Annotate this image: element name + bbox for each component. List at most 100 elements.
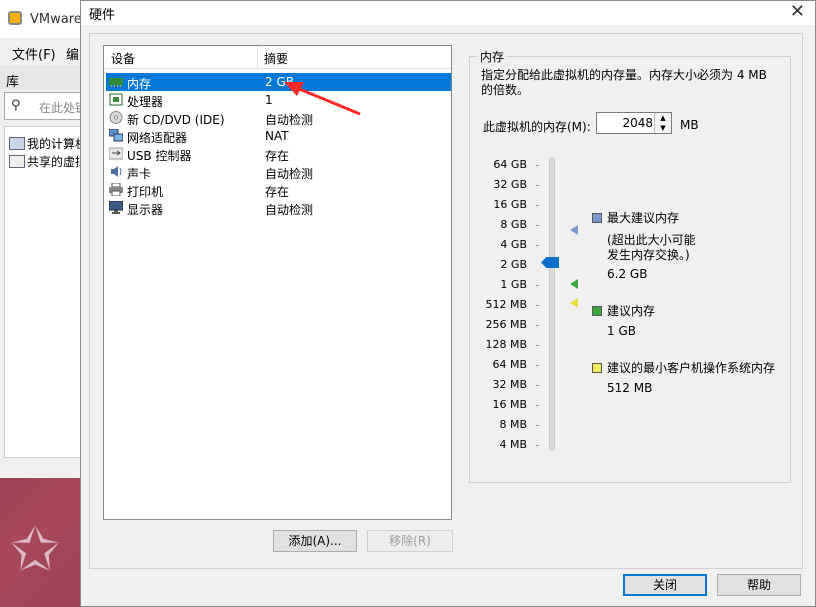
tree-item-my-computer[interactable]: 我的计算机 [27,135,87,152]
dialog-title-bar: 硬件 ✕ [81,1,815,25]
library-tree: 我的计算机 共享的虚拟机 [4,126,99,458]
printer-icon [109,183,123,196]
memory-value-input[interactable]: 2048 [601,116,653,130]
scale-label: 32 GB [493,178,527,191]
memory-unit: MB [680,118,699,132]
search-icon: ⚲ [11,98,21,113]
library-header: 库 [0,67,90,90]
spin-down-icon[interactable]: ▼ [654,123,671,133]
vmware-logo-icon [8,11,22,25]
device-row-network[interactable]: 网络适配器 NAT [106,127,451,145]
close-button[interactable]: 关闭 [623,574,707,596]
device-list: 设备 摘要 内存 2 GB 处理器 1 新 CD/DVD (IDE) 自动检测 [103,45,452,520]
scale-tick [536,405,539,406]
scale-label: 64 GB [493,158,527,171]
device-name: 网络适配器 [127,131,188,145]
legend-max-swatch [592,213,602,223]
close-icon[interactable]: ✕ [790,1,805,22]
device-summary: 自动检测 [265,167,314,181]
vmware-menubar: 文件(F) 编 [0,38,90,67]
scale-label: 4 GB [500,238,527,251]
shared-vm-icon [9,155,25,168]
scale-label: 16 GB [493,198,527,211]
legend-max-label: 最大建议内存 [607,211,680,225]
scale-tick [536,325,539,326]
scale-tick [536,285,539,286]
scale-label: 8 MB [499,418,527,431]
memory-description: 指定分配给此虚拟机的内存量。内存大小必须为 4 MB 的倍数。 [481,68,767,97]
scale-label: 128 MB [485,338,527,351]
remove-button[interactable]: 移除(R) [367,530,453,552]
scale-tick [536,245,539,246]
device-row-cd-dvd[interactable]: 新 CD/DVD (IDE) 自动检测 [106,109,451,127]
vmware-title-bar: VMware [0,0,90,38]
scale-label: 64 MB [492,358,527,371]
device-summary: NAT [265,129,289,143]
device-row-memory[interactable]: 内存 2 GB [106,73,451,91]
device-summary: 存在 [265,149,290,163]
legend-min-label: 建议的最小客户机操作系统内存 [607,361,776,375]
device-row-usb[interactable]: USB 控制器 存在 [106,145,451,163]
add-button[interactable]: 添加(A)... [273,530,357,552]
scale-label: 1 GB [500,278,527,291]
scale-label: 4 MB [499,438,527,451]
display-icon [109,201,123,214]
hardware-dialog: 硬件 ✕ 设备 摘要 内存 2 GB 处理器 1 新 CD/DVD (IDE) … [80,0,816,607]
legend-recommended-label: 建议内存 [607,304,656,318]
legend-max-note: 发生内存交换。) [607,248,690,262]
recommended-marker [570,279,578,289]
memory-icon [109,78,123,87]
scale-tick [536,425,539,426]
device-name: 内存 [127,77,152,91]
device-name: 处理器 [127,95,164,109]
device-name: 打印机 [127,185,164,199]
device-summary: 自动检测 [265,113,314,127]
computer-icon [9,137,25,150]
dialog-title: 硬件 [89,8,116,23]
help-button[interactable]: 帮助 [717,574,801,596]
scale-label: 16 MB [492,398,527,411]
scale-tick [536,445,539,446]
scale-label: 256 MB [485,318,527,331]
scale-tick [536,165,539,166]
star-decoration-icon: ✩ [10,515,61,585]
legend-max-value: 6.2 GB [607,267,648,281]
scale-label: 512 MB [485,298,527,311]
device-row-printer[interactable]: 打印机 存在 [106,181,451,199]
legend-min-value: 512 MB [607,381,653,395]
network-icon [109,129,123,142]
device-row-sound[interactable]: 声卡 自动检测 [106,163,451,181]
menu-file[interactable]: 文件(F) [12,44,56,63]
sound-icon [111,166,122,177]
memory-size-stepper[interactable]: 2048 ▲ ▼ [596,112,672,134]
min-guest-marker [570,298,578,308]
scale-tick [536,305,539,306]
memory-slider-track[interactable] [549,158,555,450]
device-name: 显示器 [127,203,164,217]
scale-label: 8 GB [500,218,527,231]
device-summary: 存在 [265,185,290,199]
device-summary: 2 GB [265,75,294,89]
max-recommended-marker [570,225,578,235]
column-header-summary[interactable]: 摘要 [264,50,288,67]
column-divider[interactable] [257,46,258,68]
library-search-input[interactable]: ⚲ 在此处键入 [4,92,99,120]
cd-icon [109,111,123,124]
scale-tick [536,185,539,186]
device-name: 新 CD/DVD (IDE) [127,113,225,127]
list-header: 设备 摘要 [104,46,451,69]
device-row-display[interactable]: 显示器 自动检测 [106,199,451,217]
vmware-title: VMware [30,12,82,27]
scale-tick [536,345,539,346]
device-name: 声卡 [127,167,152,181]
legend-recommended-value: 1 GB [607,324,636,338]
scale-tick [536,365,539,366]
device-row-processor[interactable]: 处理器 1 [106,91,451,109]
memory-group-title: 内存 [477,48,508,65]
scale-tick [536,385,539,386]
legend-max-note: (超出此大小可能 [607,233,696,247]
device-summary: 1 [265,93,273,107]
column-header-device[interactable]: 设备 [111,50,135,67]
device-name: USB 控制器 [127,149,192,163]
menu-edit[interactable]: 编 [66,44,79,63]
